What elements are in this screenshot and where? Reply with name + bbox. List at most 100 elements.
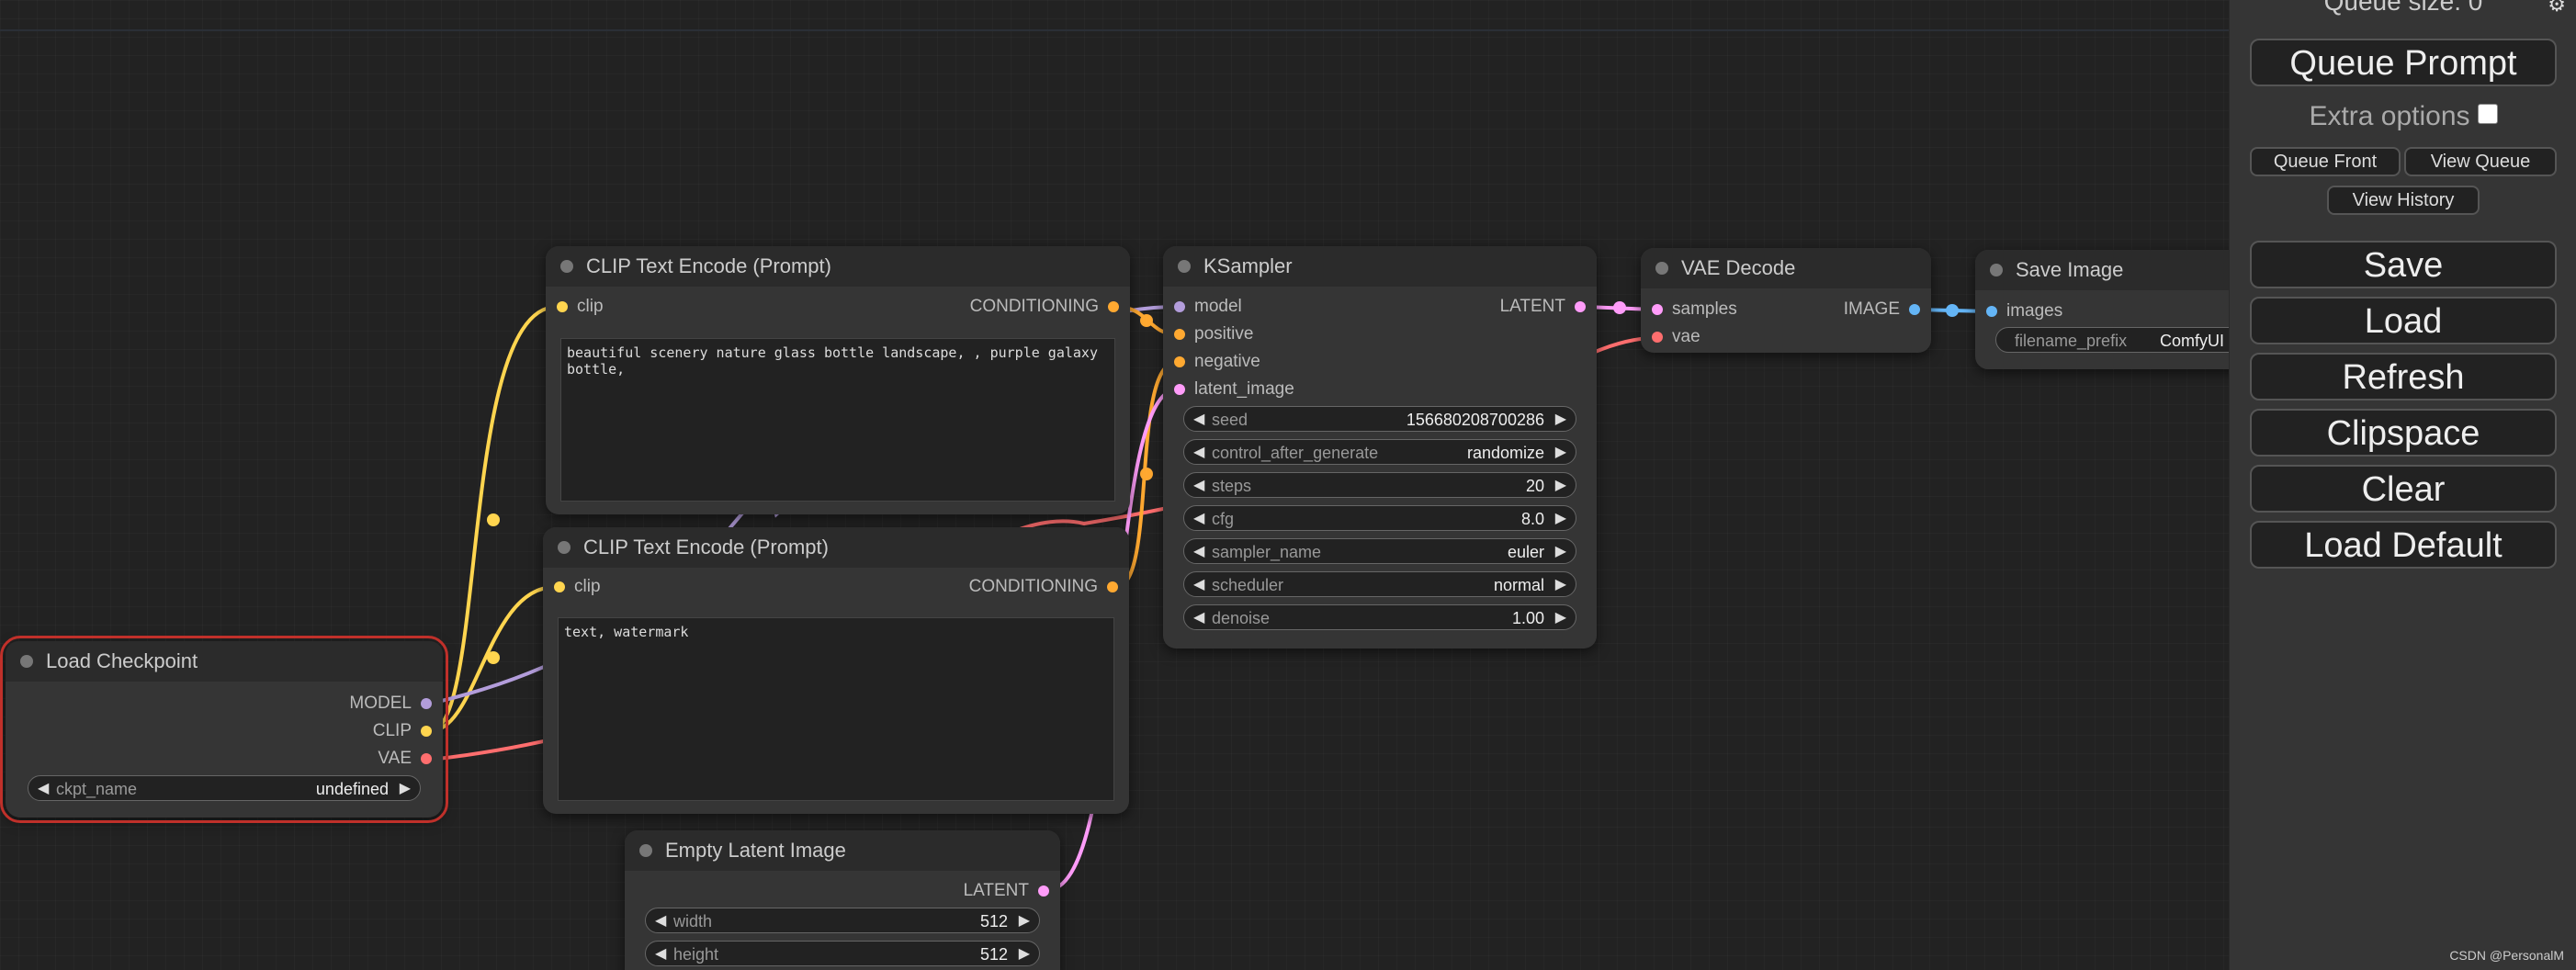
node-title[interactable]: Save Image — [1975, 250, 2229, 290]
model-slot-dot-icon[interactable] — [421, 698, 432, 709]
latent-slot-dot-icon[interactable] — [1174, 384, 1185, 395]
image-slot-dot-icon[interactable] — [1986, 306, 1997, 317]
ksampler-node[interactable]: KSampler model positive negative latent_… — [1163, 246, 1597, 649]
filename-prefix-widget[interactable]: filename_prefix ComfyUI — [1995, 327, 2229, 353]
node-title[interactable]: CLIP Text Encode (Prompt) — [543, 527, 1129, 568]
increment-arrow-icon[interactable]: ▶ — [1555, 539, 1566, 565]
denoise-widget[interactable]: ◀ denoise 1.00 ▶ — [1183, 604, 1576, 630]
input-slot-negative[interactable]: negative — [1169, 352, 1260, 372]
increment-arrow-icon[interactable]: ▶ — [1019, 942, 1030, 967]
queue-prompt-button[interactable]: Queue Prompt — [2250, 39, 2557, 86]
extra-options-checkbox[interactable] — [2477, 104, 2498, 125]
clipspace-button[interactable]: Clipspace — [2250, 409, 2557, 457]
collapse-dot-icon[interactable] — [1990, 264, 2003, 276]
input-slot-clip[interactable]: clip — [548, 577, 601, 597]
height-widget[interactable]: ◀ height 512 ▶ — [645, 941, 1040, 966]
clip-slot-dot-icon[interactable] — [554, 581, 565, 592]
save-image-node[interactable]: Save Image images filename_prefix ComfyU… — [1975, 250, 2229, 369]
increment-arrow-icon[interactable]: ▶ — [1555, 605, 1566, 631]
increment-arrow-icon[interactable]: ▶ — [400, 776, 411, 802]
increment-arrow-icon[interactable]: ▶ — [1555, 440, 1566, 466]
input-slot-vae[interactable]: vae — [1646, 327, 1700, 347]
ckpt-name-combo[interactable]: ◀ ckpt_name undefined ▶ — [28, 775, 421, 801]
output-slot-latent[interactable]: LATENT — [1500, 297, 1591, 317]
steps-widget[interactable]: ◀ steps 20 ▶ — [1183, 472, 1576, 498]
decrement-arrow-icon[interactable]: ◀ — [1193, 572, 1204, 598]
latent-slot-dot-icon[interactable] — [1038, 885, 1049, 897]
conditioning-slot-dot-icon[interactable] — [1107, 581, 1118, 592]
latent-slot-dot-icon[interactable] — [1652, 304, 1663, 315]
graph-canvas[interactable]: CLIP Text Encode (Prompt) clip CONDITION… — [0, 0, 2229, 970]
decrement-arrow-icon[interactable]: ◀ — [1193, 440, 1204, 466]
decrement-arrow-icon[interactable]: ◀ — [1193, 473, 1204, 499]
node-title[interactable]: KSampler — [1163, 246, 1597, 287]
node-title[interactable]: CLIP Text Encode (Prompt) — [546, 246, 1130, 287]
output-slot-model[interactable]: MODEL — [349, 694, 437, 714]
load-default-button[interactable]: Load Default — [2250, 521, 2557, 569]
decrement-arrow-icon[interactable]: ◀ — [655, 942, 666, 967]
width-widget[interactable]: ◀ width 512 ▶ — [645, 908, 1040, 933]
save-button[interactable]: Save — [2250, 241, 2557, 288]
increment-arrow-icon[interactable]: ▶ — [1555, 473, 1566, 499]
clip-slot-dot-icon[interactable] — [557, 301, 568, 312]
queue-front-button[interactable]: Queue Front — [2250, 147, 2401, 176]
empty-latent-image-node[interactable]: Empty Latent Image LATENT ◀ width 512 ▶ … — [625, 830, 1060, 970]
gear-icon[interactable]: ⚙ — [2548, 0, 2566, 17]
view-history-button[interactable]: View History — [2327, 186, 2480, 215]
increment-arrow-icon[interactable]: ▶ — [1555, 506, 1566, 532]
decrement-arrow-icon[interactable]: ◀ — [1193, 605, 1204, 631]
output-slot-latent[interactable]: LATENT — [964, 881, 1055, 901]
output-slot-clip[interactable]: CLIP — [373, 721, 437, 741]
collapse-dot-icon[interactable] — [1178, 260, 1191, 273]
node-title[interactable]: VAE Decode — [1641, 248, 1931, 288]
collapse-dot-icon[interactable] — [20, 655, 33, 668]
cfg-widget[interactable]: ◀ cfg 8.0 ▶ — [1183, 505, 1576, 531]
decrement-arrow-icon[interactable]: ◀ — [655, 908, 666, 934]
collapse-dot-icon[interactable] — [639, 844, 652, 857]
clip-slot-dot-icon[interactable] — [421, 726, 432, 737]
control-after-generate-widget[interactable]: ◀ control_after_generate randomize ▶ — [1183, 439, 1576, 465]
vae-slot-dot-icon[interactable] — [1652, 332, 1663, 343]
input-slot-clip[interactable]: clip — [551, 297, 604, 317]
view-queue-button[interactable]: View Queue — [2404, 147, 2557, 176]
input-slot-images[interactable]: images — [1981, 301, 2062, 321]
conditioning-slot-dot-icon[interactable] — [1174, 356, 1185, 367]
seed-widget[interactable]: ◀ seed 156680208700286 ▶ — [1183, 406, 1576, 432]
prompt-textarea[interactable]: beautiful scenery nature glass bottle la… — [560, 338, 1115, 502]
output-slot-conditioning[interactable]: CONDITIONING — [970, 297, 1124, 317]
node-title[interactable]: Load Checkpoint — [6, 641, 443, 682]
load-button[interactable]: Load — [2250, 297, 2557, 344]
load-checkpoint-node[interactable]: Load Checkpoint MODEL CLIP VAE ◀ ckpt_na… — [0, 636, 448, 823]
node-title[interactable]: Empty Latent Image — [625, 830, 1060, 871]
increment-arrow-icon[interactable]: ▶ — [1555, 407, 1566, 433]
collapse-dot-icon[interactable] — [560, 260, 573, 273]
vae-slot-dot-icon[interactable] — [421, 753, 432, 764]
decrement-arrow-icon[interactable]: ◀ — [38, 776, 49, 802]
model-slot-dot-icon[interactable] — [1174, 301, 1185, 312]
conditioning-slot-dot-icon[interactable] — [1174, 329, 1185, 340]
input-slot-samples[interactable]: samples — [1646, 299, 1737, 320]
collapse-dot-icon[interactable] — [1655, 262, 1668, 275]
increment-arrow-icon[interactable]: ▶ — [1555, 572, 1566, 598]
decrement-arrow-icon[interactable]: ◀ — [1193, 407, 1204, 433]
input-slot-positive[interactable]: positive — [1169, 324, 1253, 344]
clip-text-encode-negative-node[interactable]: CLIP Text Encode (Prompt) clip CONDITION… — [543, 527, 1129, 814]
output-slot-vae[interactable]: VAE — [378, 749, 437, 769]
clear-button[interactable]: Clear — [2250, 465, 2557, 513]
output-slot-image[interactable]: IMAGE — [1844, 299, 1926, 320]
output-slot-conditioning[interactable]: CONDITIONING — [969, 577, 1124, 597]
decrement-arrow-icon[interactable]: ◀ — [1193, 539, 1204, 565]
clip-text-encode-positive-node[interactable]: CLIP Text Encode (Prompt) clip CONDITION… — [546, 246, 1130, 514]
conditioning-slot-dot-icon[interactable] — [1108, 301, 1119, 312]
increment-arrow-icon[interactable]: ▶ — [1019, 908, 1030, 934]
scheduler-widget[interactable]: ◀ scheduler normal ▶ — [1183, 571, 1576, 597]
image-slot-dot-icon[interactable] — [1909, 304, 1920, 315]
prompt-textarea[interactable]: text, watermark — [558, 617, 1114, 801]
vae-decode-node[interactable]: VAE Decode samples vae IMAGE — [1641, 248, 1931, 353]
collapse-dot-icon[interactable] — [558, 541, 571, 554]
decrement-arrow-icon[interactable]: ◀ — [1193, 506, 1204, 532]
input-slot-latent-image[interactable]: latent_image — [1169, 379, 1294, 400]
input-slot-model[interactable]: model — [1169, 297, 1242, 317]
refresh-button[interactable]: Refresh — [2250, 353, 2557, 400]
latent-slot-dot-icon[interactable] — [1575, 301, 1586, 312]
